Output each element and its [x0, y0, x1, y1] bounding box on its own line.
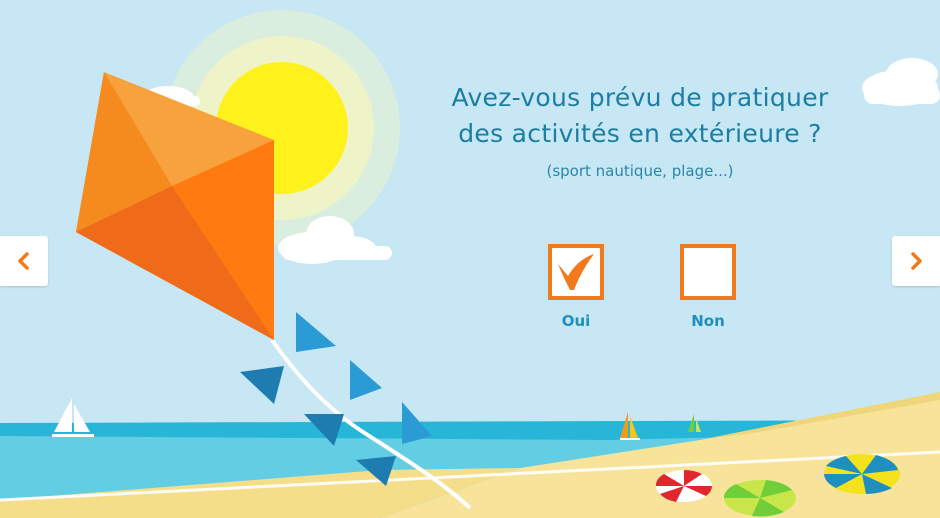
checkmark-icon [558, 254, 594, 290]
previous-button[interactable] [0, 236, 48, 286]
choice-non[interactable]: Non [663, 244, 753, 330]
question-subtitle: (sport nautique, plage...) [546, 162, 734, 180]
question-line-1: Avez-vous prévu de pratiquer [451, 83, 829, 112]
choice-label-oui: Oui [561, 312, 591, 330]
choice-oui[interactable]: Oui [531, 244, 621, 330]
beach-kite-illustration [0, 10, 940, 518]
checkbox-non[interactable] [680, 244, 736, 300]
chevron-right-icon [911, 252, 922, 270]
checkbox-oui[interactable] [548, 244, 604, 300]
question-block: Avez-vous prévu de pratiquer des activit… [400, 80, 880, 180]
next-button[interactable] [892, 236, 940, 286]
umbrella-blue [824, 454, 900, 494]
umbrella-red [655, 470, 713, 502]
quiz-slide: Avez-vous prévu de pratiquer des activit… [0, 0, 940, 518]
choice-label-non: Non [691, 312, 725, 330]
chevron-left-icon [18, 252, 29, 270]
question-line-2: des activités en extérieure ? [458, 119, 822, 148]
